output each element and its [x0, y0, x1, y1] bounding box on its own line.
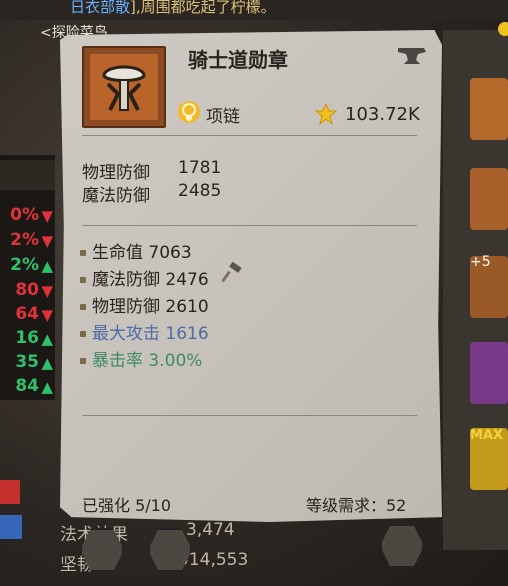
star-icon [315, 103, 337, 125]
arrow-down-icon: ▼ [41, 207, 53, 225]
bg-stat-value-1: 3,474 [186, 520, 235, 540]
enhance-level: 已强化 5/10 [82, 496, 172, 515]
arrow-up-icon: ▲ [41, 354, 53, 372]
left-stat-row: 2% ▲ [10, 255, 53, 275]
bonus-stat-row: 最大攻击 1616 [80, 319, 209, 344]
arrow-up-icon: ▲ [41, 378, 53, 396]
left-stat-row: 35 ▲ [15, 352, 53, 372]
left-stat-row: 2% ▼ [10, 230, 53, 250]
gold-coin-icon [498, 22, 508, 36]
bonus-stat-row: 暴击率 3.00% [80, 346, 202, 371]
bonus-stat-row: 生命值 7063 [80, 238, 192, 263]
chat-banner: 日衣部散],周围都吃起了柠檬。 [0, 0, 508, 20]
arrow-down-icon: ▼ [41, 232, 53, 250]
left-stat-row: 84 ▲ [15, 376, 53, 396]
equipment-slot[interactable] [470, 78, 508, 140]
left-stat-row: 16 ▲ [15, 328, 53, 348]
left-red-tab[interactable] [0, 480, 20, 504]
item-tooltip: 骑士道勋章 项链 103.72K 物理防御 1781 魔法防御 2485 生命值 7… [60, 30, 442, 522]
bonus-stat-row: 物理防御 2610 [80, 292, 209, 317]
left-blue-tab[interactable] [0, 515, 22, 539]
left-stat-row: 64 ▼ [15, 304, 53, 324]
arrow-down-icon: ▼ [41, 306, 53, 324]
arrow-up-icon: ▲ [41, 330, 53, 348]
item-type: 项链 [206, 107, 240, 127]
equipment-slot[interactable] [470, 168, 508, 230]
equipment-slot[interactable] [470, 342, 508, 404]
anvil-icon[interactable] [396, 44, 428, 68]
power-value: 103.72K [345, 104, 420, 125]
arrow-down-icon: ▼ [41, 282, 53, 300]
base-stat-row: 物理防御 1781 [82, 158, 222, 183]
divider [82, 415, 417, 416]
base-stat-row: 魔法防御 2485 [82, 181, 222, 206]
left-stats-header [0, 160, 55, 190]
medal-icon [82, 46, 166, 128]
hammer-icon[interactable] [221, 262, 243, 284]
divider [82, 225, 417, 226]
left-stat-row: 0% ▼ [10, 205, 53, 225]
divider [82, 135, 417, 136]
slot-enhance-label: +5 [470, 254, 491, 270]
level-requirement: 等级需求：52 [306, 496, 407, 515]
arrow-up-icon: ▲ [41, 257, 53, 275]
item-name: 骑士道勋章 [188, 48, 288, 72]
slot-max-label: MAX [470, 428, 504, 443]
chat-banner-text: 日衣部散],周围都吃起了柠檬。 [70, 0, 276, 16]
bonus-stat-row: 魔法防御 2476 [80, 265, 209, 290]
left-stat-row: 80 ▼ [15, 280, 53, 300]
necklace-icon [178, 101, 200, 123]
